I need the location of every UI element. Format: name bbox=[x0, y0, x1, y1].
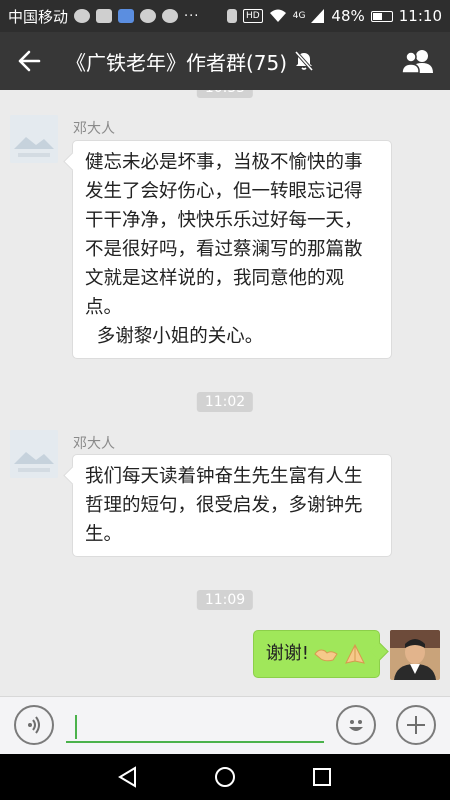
message-line: 不是很好吗，看过蔡澜写的那篇散 bbox=[85, 239, 363, 260]
clock: 11:10 bbox=[398, 7, 442, 25]
group-info-button[interactable] bbox=[388, 32, 450, 90]
status-bar: 中国移动 ··· HD 4G 48% 11:10 bbox=[0, 0, 450, 32]
user-photo-icon bbox=[390, 630, 440, 680]
nav-recents-button[interactable] bbox=[302, 757, 342, 797]
nav-recents-icon bbox=[312, 768, 331, 786]
more-notifications-icon: ··· bbox=[184, 8, 200, 24]
text-caret bbox=[75, 715, 77, 739]
nav-back-button[interactable] bbox=[108, 757, 148, 797]
app-notification-icon bbox=[118, 9, 135, 23]
sender-name: 邓大人 bbox=[73, 121, 115, 137]
battery-percent: 48% bbox=[331, 7, 365, 25]
vibrate-icon bbox=[227, 9, 238, 23]
emoji-button[interactable] bbox=[336, 705, 376, 745]
hd-badge: HD bbox=[243, 9, 263, 23]
chat-title: 《广铁老年》作者群(75) bbox=[66, 50, 288, 75]
network-type-label: 4G bbox=[292, 11, 306, 21]
chat-messages[interactable]: 10:55 邓大人 健忘未必是坏事，当极不愉快的事 发生了会好伤心，但一转眼忘记… bbox=[0, 90, 450, 696]
handshake-emoji bbox=[314, 649, 338, 662]
back-button[interactable] bbox=[0, 32, 58, 90]
input-bar bbox=[0, 696, 450, 754]
message-line: 健忘未必是坏事，当极不愉快的事 bbox=[85, 152, 363, 173]
more-button[interactable] bbox=[396, 705, 436, 745]
message-line: 文就是这样说的，我同意他的观 bbox=[85, 268, 345, 289]
message-text: 谢谢! bbox=[265, 643, 309, 664]
cloud-icon bbox=[96, 9, 113, 23]
data-sync-icon bbox=[74, 9, 91, 23]
system-nav-bar bbox=[0, 754, 450, 800]
message-line: 点。 bbox=[85, 297, 123, 318]
sender-name: 邓大人 bbox=[73, 436, 115, 452]
voice-button[interactable] bbox=[14, 705, 54, 745]
shield-icon bbox=[140, 9, 157, 23]
message-line: 发生了会好伤心，但一转眼忘记得 bbox=[85, 181, 363, 202]
message-bubble[interactable]: 健忘未必是坏事，当极不愉快的事 发生了会好伤心，但一转眼忘记得 干干净净，快快乐… bbox=[72, 140, 392, 359]
chat-header: 《广铁老年》作者群(75) bbox=[0, 32, 450, 90]
avatar-placeholder-icon bbox=[10, 115, 58, 163]
plus-icon bbox=[407, 716, 425, 734]
timestamp: 11:09 bbox=[196, 590, 254, 610]
avatar[interactable] bbox=[10, 115, 58, 163]
status-left: 中国移动 ··· bbox=[8, 6, 227, 27]
message-line: 我们每天读着钟奋生先生富有人生 bbox=[85, 466, 363, 487]
bell-off-icon bbox=[293, 50, 315, 72]
voice-icon bbox=[28, 716, 40, 734]
qq-browser-icon bbox=[162, 9, 179, 23]
message-line: 生。 bbox=[85, 524, 123, 545]
avatar[interactable] bbox=[10, 430, 58, 478]
message-line: 干干净净，快快乐乐过好每一天， bbox=[85, 210, 363, 231]
timestamp: 10:55 bbox=[196, 90, 254, 98]
message-line: 多谢黎小姐的关心。 bbox=[85, 326, 264, 347]
my-avatar[interactable] bbox=[390, 630, 440, 680]
outgoing-message-bubble[interactable]: 谢谢! bbox=[252, 630, 380, 678]
avatar-placeholder-icon bbox=[10, 430, 58, 478]
message-input[interactable] bbox=[66, 709, 324, 743]
praying-hands-emoji bbox=[345, 643, 365, 664]
smiley-icon bbox=[349, 720, 363, 731]
arrow-left-icon bbox=[18, 50, 41, 72]
message-line: 哲理的短句，很受启发，多谢钟先 bbox=[85, 495, 363, 516]
battery-icon bbox=[370, 10, 393, 22]
status-right: HD 4G 48% 11:10 bbox=[227, 7, 442, 25]
group-members-icon bbox=[401, 50, 433, 74]
carrier-label: 中国移动 bbox=[8, 7, 69, 26]
nav-back-icon bbox=[118, 766, 137, 788]
signal-icon bbox=[311, 9, 325, 23]
timestamp: 11:02 bbox=[196, 392, 254, 412]
nav-home-button[interactable] bbox=[205, 757, 245, 797]
nav-home-icon bbox=[214, 767, 235, 787]
title-wrap: 《广铁老年》作者群(75) bbox=[58, 47, 388, 76]
message-bubble[interactable]: 我们每天读着钟奋生先生富有人生 哲理的短句，很受启发，多谢钟先 生。 bbox=[72, 454, 392, 557]
wifi-icon bbox=[269, 9, 286, 22]
